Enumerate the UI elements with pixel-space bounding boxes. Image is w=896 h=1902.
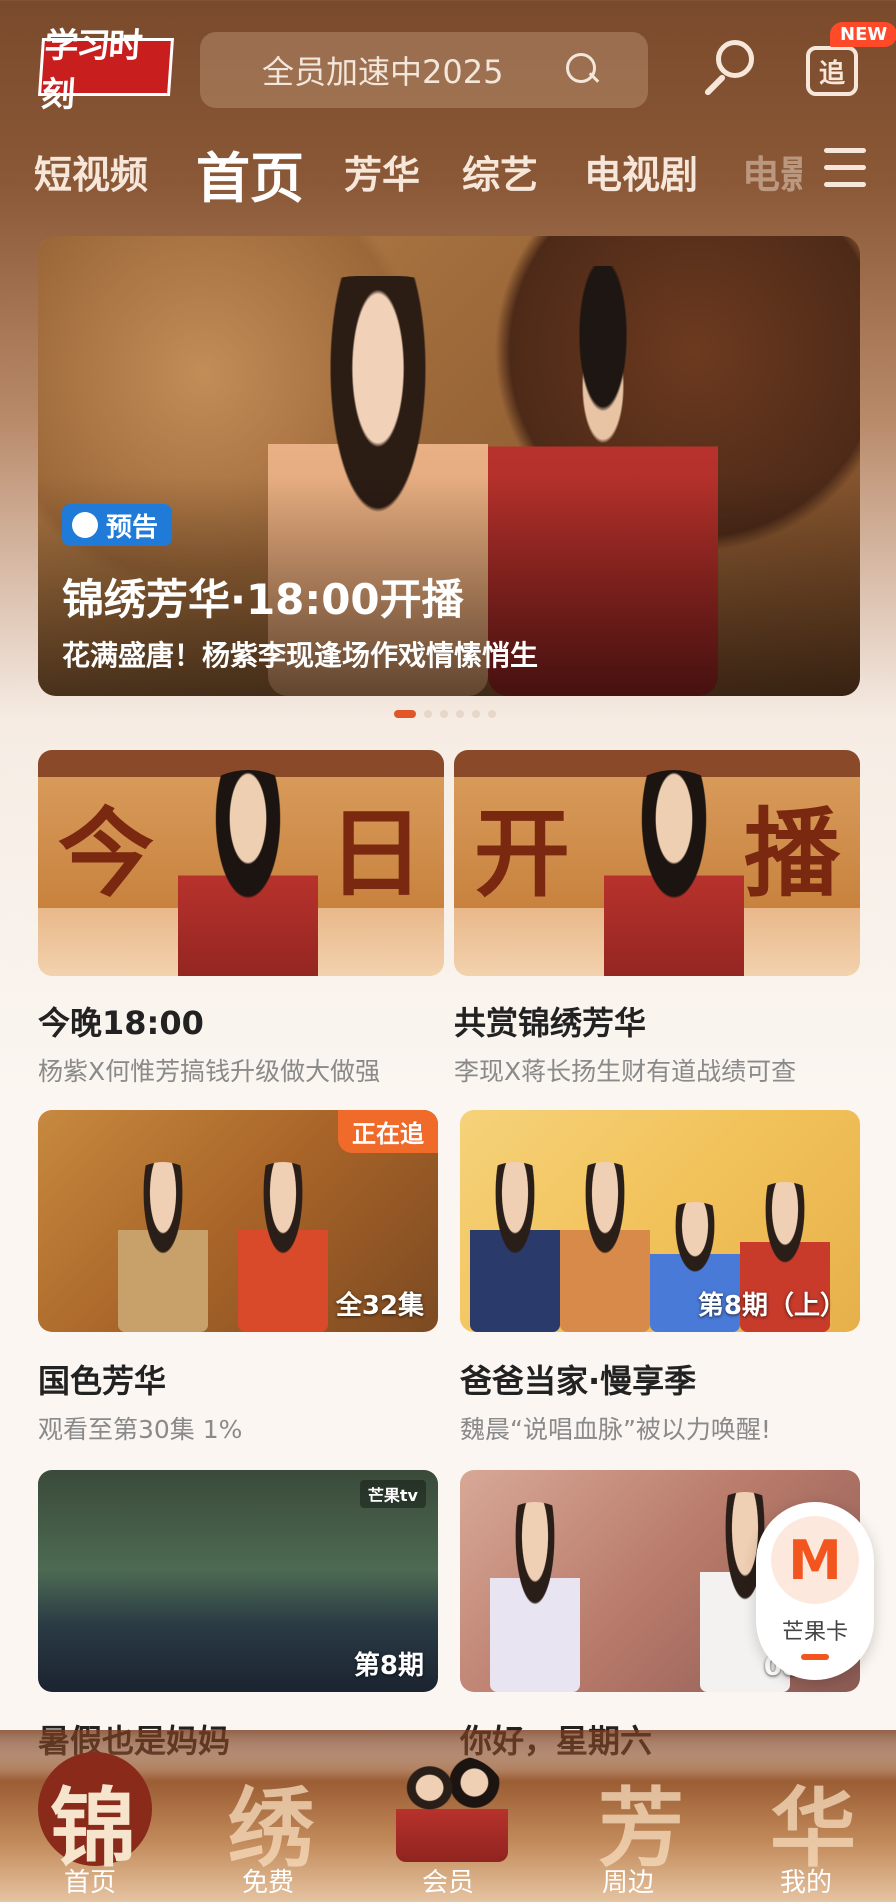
play-icon [72,512,98,538]
card-title[interactable]: 今晚18:00 [38,998,204,1044]
poster-guest-image [470,1162,560,1332]
card-title[interactable]: 共赏锦绣芳华 [454,998,646,1044]
app-logo[interactable]: 学习时刻 [37,26,175,115]
carousel-indicator [394,710,496,718]
carousel-dot [440,710,448,718]
card-title[interactable]: 爸爸当家·慢享季 [460,1356,696,1402]
new-badge: NEW [830,22,896,47]
poster-host-image [490,1502,580,1692]
tab-movie[interactable]: 电影 [742,144,802,199]
nav-shop[interactable]: 周边 [568,1862,688,1899]
poster-actor-image [238,1162,328,1332]
feature-card-tonight[interactable]: 今 日 [38,750,444,976]
nav-member[interactable]: 会员 [388,1862,508,1899]
watching-badge: 正在追 [338,1110,438,1153]
poster-baba-dangjia[interactable]: 第8期（上） [460,1110,860,1332]
top-header: 学习时刻 全员加速中2025 追 NEW [0,0,896,130]
tab-tv-series[interactable]: 电视剧 [584,144,698,199]
nav-member-image [396,1756,508,1862]
tab-variety[interactable]: 综艺 [462,144,538,199]
search-icon [566,53,600,87]
card-title[interactable]: 国色芳华 [38,1356,166,1402]
nav-mine[interactable]: 我的 [746,1862,866,1899]
nav-free[interactable]: 免费 [208,1862,328,1899]
search-bar[interactable]: 全员加速中2025 [200,32,648,108]
mango-icon: M [771,1516,859,1604]
feature-actor-image [604,770,744,976]
feature-calligraphy: 播 [744,797,840,910]
preview-badge: 预告 [62,504,173,546]
carousel-dot [394,710,416,718]
feature-calligraphy: 日 [328,797,424,910]
poster-guest-image [560,1162,650,1332]
feature-calligraphy: 开 [474,797,570,910]
poster-guose-fanghua[interactable]: 正在追 全32集 [38,1110,438,1332]
mango-tv-logo: 芒果tv [359,1480,426,1508]
banner-title: 锦绣芳华·18:00开播 [62,575,464,624]
menu-icon[interactable] [824,148,866,188]
carousel-dot [472,710,480,718]
feature-calligraphy: 今 [58,797,154,910]
channel-tabs: 短视频 首页 芳华 综艺 电视剧 电影 [0,130,896,216]
card-subtitle: 李现X蒋长扬生财有道战绩可查 [454,1057,797,1086]
carousel-dot [488,710,496,718]
episode-label: 第8期 [353,1651,424,1681]
search-placeholder: 全员加速中2025 [262,53,504,91]
carousel-dot [424,710,432,718]
hero-banner[interactable]: 预告 锦绣芳华·18:00开播 花满盛唐！杨紫李现逢场作戏情愫悄生 [38,236,860,696]
tab-fanghua[interactable]: 芳华 [344,144,420,199]
poster-variety-show[interactable]: 芒果tv 第8期 [38,1470,438,1692]
episode-label: 第8期（上） [697,1291,846,1321]
episode-count: 全32集 [335,1291,424,1321]
poster-actress-image [118,1162,208,1332]
mango-card-label: 芒果卡 [781,1620,848,1645]
tab-home[interactable]: 首页 [196,134,304,213]
banner-subtitle: 花满盛唐！杨紫李现逢场作戏情愫悄生 [62,639,539,672]
card-subtitle: 观看至第30集 1% [38,1415,243,1444]
bottom-navigation: 锦 绣 芳 华 首页 免费 会员 周边 我的 [0,1730,896,1902]
follow-list-icon[interactable]: 追 [806,46,858,96]
card-subtitle: 杨紫X何惟芳搞钱升级做大做强 [38,1057,381,1086]
card-subtitle: 魏晨“说唱血脉”被以力唤醒! [460,1415,771,1444]
feature-actress-image [178,770,318,976]
nav-home[interactable]: 首页 [30,1862,150,1899]
tab-short-video[interactable]: 短视频 [34,144,148,199]
search-button-icon[interactable] [698,38,758,98]
mango-card-float-button[interactable]: M 芒果卡 [756,1502,874,1680]
feature-card-premiere[interactable]: 开 播 [454,750,860,976]
carousel-dot [456,710,464,718]
